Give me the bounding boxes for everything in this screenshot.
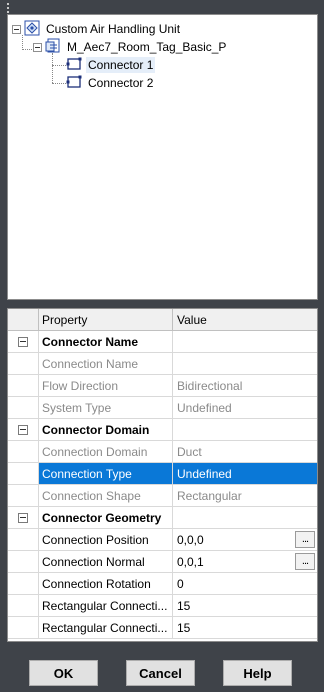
property-value <box>173 507 317 528</box>
property-row[interactable]: Connection Shape Rectangular <box>8 485 317 507</box>
connector-icon <box>66 57 82 74</box>
column-header-value[interactable]: Value <box>173 309 317 330</box>
row-margin <box>8 529 39 550</box>
property-label: Connection Position <box>39 529 173 550</box>
property-row[interactable]: System Type Undefined <box>8 397 317 419</box>
row-margin <box>8 331 39 352</box>
collapse-toggle[interactable] <box>33 42 42 52</box>
ok-button[interactable]: OK <box>29 660 98 686</box>
tree-line <box>52 65 66 66</box>
row-margin <box>8 485 39 506</box>
row-margin <box>8 441 39 462</box>
property-value[interactable]: 0 <box>173 573 317 594</box>
property-row-selected[interactable]: Connection Type Undefined <box>8 463 317 485</box>
category-connector-domain[interactable]: Connector Domain <box>8 419 317 441</box>
property-label: Connection Type <box>39 463 173 484</box>
property-label: Connector Domain <box>39 419 173 440</box>
property-value: Rectangular <box>177 488 242 503</box>
row-margin <box>8 551 39 572</box>
property-row[interactable]: Connection Normal 0,0,1 ... <box>8 551 317 573</box>
property-value <box>173 353 317 374</box>
property-label: Rectangular Connecti... <box>39 617 173 638</box>
row-margin <box>8 595 39 616</box>
assembly-icon <box>24 20 40 39</box>
tree-node-root[interactable]: Custom Air Handling Unit <box>12 20 182 38</box>
component-tree[interactable]: Custom Air Handling Unit M_Aec7_Room_Tag… <box>7 14 318 300</box>
grip-dot <box>7 3 9 5</box>
property-label: Connector Geometry <box>39 507 173 528</box>
row-margin <box>8 419 39 440</box>
row-margin <box>8 353 39 374</box>
property-label: Connection Rotation <box>39 573 173 594</box>
tree-node-connector-2[interactable]: Connector 2 <box>66 74 155 92</box>
property-value: Duct <box>177 444 202 459</box>
position-value[interactable]: 0,0,0 <box>177 533 204 547</box>
tree-label-connector-1: Connector 1 <box>86 57 156 73</box>
row-margin <box>8 375 39 396</box>
property-value[interactable]: Undefined <box>173 463 317 484</box>
property-value: Undefined <box>177 400 232 415</box>
property-row[interactable]: Connection Position 0,0,0 ... <box>8 529 317 551</box>
column-header-property[interactable]: Property <box>39 309 173 330</box>
browse-normal-button[interactable]: ... <box>295 553 315 570</box>
tree-node-connector-1[interactable]: Connector 1 <box>66 56 156 74</box>
row-margin <box>8 463 39 484</box>
tree-node-family[interactable]: M_Aec7_Room_Tag_Basic_P <box>33 38 228 56</box>
property-value[interactable]: 15 <box>173 617 317 638</box>
tree-line <box>52 83 66 84</box>
cancel-button[interactable]: Cancel <box>126 660 195 686</box>
normal-value[interactable]: 0,0,1 <box>177 555 204 569</box>
property-label: Connection Shape <box>39 485 173 506</box>
grip-dot <box>7 7 9 9</box>
property-value <box>173 419 317 440</box>
property-row[interactable]: Connection Rotation 0 <box>8 573 317 595</box>
property-label: Connection Domain <box>39 441 173 462</box>
panel-grip[interactable] <box>7 3 10 13</box>
category-connector-geometry[interactable]: Connector Geometry <box>8 507 317 529</box>
collapse-icon[interactable] <box>18 336 28 347</box>
property-value[interactable]: 0,0,0 ... <box>173 529 317 550</box>
property-row[interactable]: Rectangular Connecti... 15 <box>8 617 317 639</box>
property-row[interactable]: Connection Name <box>8 353 317 375</box>
collapse-icon[interactable] <box>18 424 28 435</box>
tree-label-root: Custom Air Handling Unit <box>46 22 181 36</box>
property-label: Rectangular Connecti... <box>39 595 173 616</box>
tree-label-connector-2: Connector 2 <box>88 76 154 90</box>
property-label: Flow Direction <box>39 375 173 396</box>
property-label: Connection Normal <box>39 551 173 572</box>
help-button[interactable]: Help <box>223 660 292 686</box>
grip-dot <box>7 11 9 13</box>
row-margin <box>8 617 39 638</box>
row-margin <box>8 573 39 594</box>
family-icon <box>45 38 61 57</box>
tree-line <box>52 53 53 83</box>
tree-label-family: M_Aec7_Room_Tag_Basic_P <box>67 40 227 54</box>
property-value[interactable]: 0,0,1 ... <box>173 551 317 572</box>
property-row[interactable]: Rectangular Connecti... 15 <box>8 595 317 617</box>
property-grid[interactable]: Property Value Connector Name Connection… <box>7 308 318 642</box>
property-value: Bidirectional <box>177 378 243 393</box>
connector-icon <box>66 75 82 92</box>
property-row[interactable]: Flow Direction Bidirectional <box>8 375 317 397</box>
property-row[interactable]: Connection Domain Duct <box>8 441 317 463</box>
property-label: Connector Name <box>39 331 173 352</box>
header-margin <box>8 309 39 330</box>
property-label: Connection Name <box>39 353 173 374</box>
property-label: System Type <box>39 397 173 418</box>
category-connector-name[interactable]: Connector Name <box>8 331 317 353</box>
property-value[interactable]: 15 <box>173 595 317 616</box>
property-value <box>173 331 317 352</box>
collapse-toggle[interactable] <box>12 24 21 34</box>
row-margin <box>8 507 39 528</box>
collapse-icon[interactable] <box>18 512 28 523</box>
grid-header: Property Value <box>8 309 317 331</box>
row-margin <box>8 397 39 418</box>
browse-position-button[interactable]: ... <box>295 531 315 548</box>
